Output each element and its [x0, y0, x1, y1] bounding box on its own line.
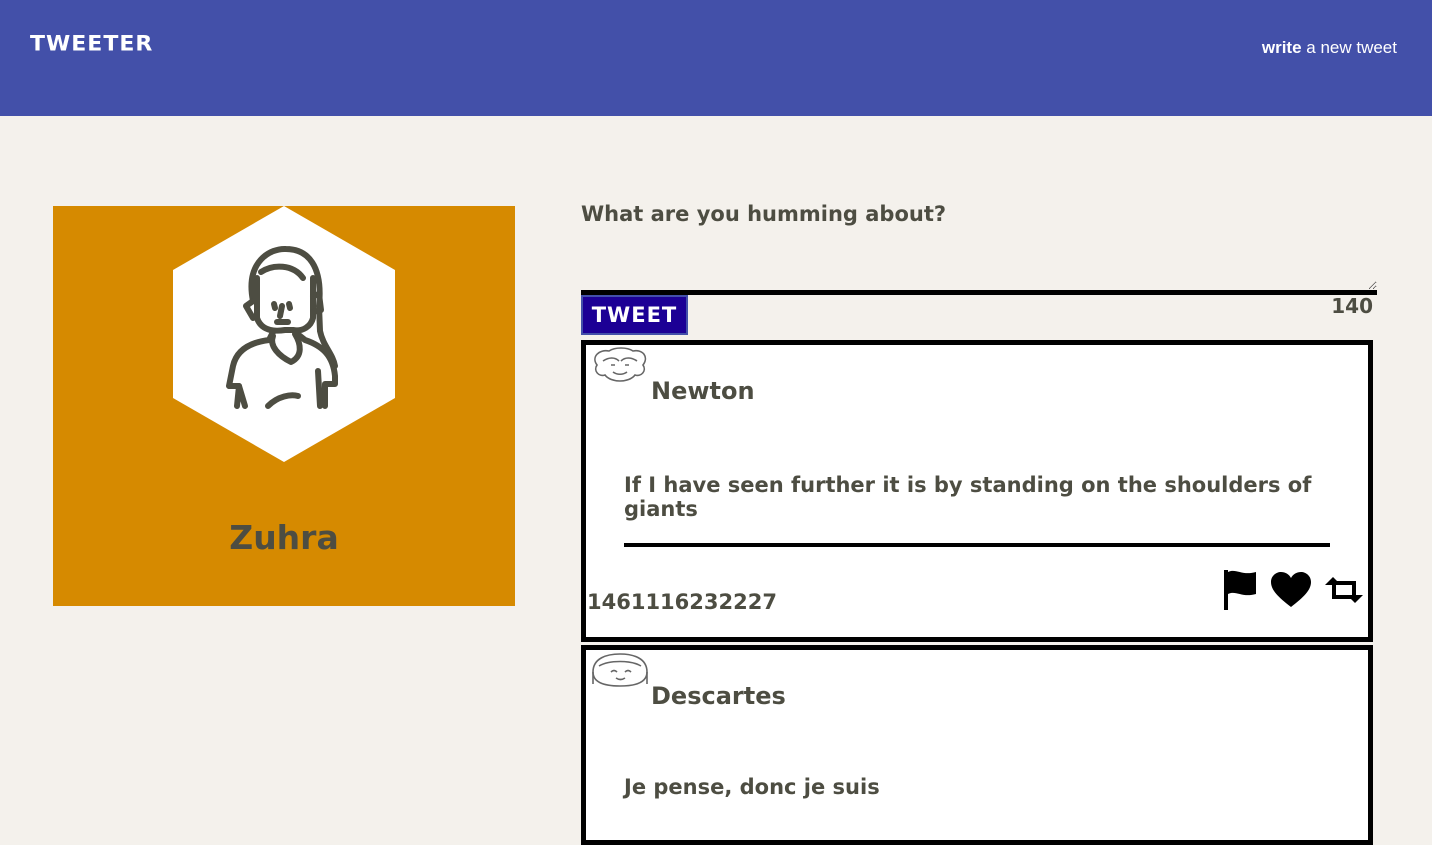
tweet-actions [1222, 568, 1364, 617]
tweet-timestamp: 1461116232227 [587, 590, 777, 614]
retweet-icon[interactable] [1324, 575, 1364, 610]
brand-logo[interactable]: TWEETER [30, 33, 153, 57]
composer-prompt: What are you humming about? [581, 202, 947, 226]
tweet-content: If I have seen further it is by standing… [624, 473, 1330, 547]
top-nav: TWEETER write a new tweet [0, 0, 1432, 116]
author-avatar-icon [589, 347, 651, 388]
character-counter: 140 [1331, 294, 1373, 318]
heart-icon[interactable] [1270, 571, 1312, 614]
user-profile-card: Zuhra [53, 206, 515, 606]
tweet-author: Newton [651, 377, 755, 405]
write-new-tweet-link[interactable]: write a new tweet [1262, 38, 1397, 58]
compose-link-bold: write [1261, 38, 1302, 57]
compose-link-text: a new tweet [1301, 38, 1397, 57]
flag-icon[interactable] [1222, 568, 1258, 617]
profile-username: Zuhra [229, 518, 339, 557]
tweet-content: Je pense, donc je suis [624, 775, 880, 799]
tweet-card: Newton If I have seen further it is by s… [581, 340, 1373, 642]
author-avatar-icon [589, 652, 651, 693]
tweet-input[interactable] [581, 240, 1377, 295]
tweet-author: Descartes [651, 682, 786, 710]
tweet-button[interactable]: TWEET [581, 295, 688, 335]
tweet-card: Descartes Je pense, donc je suis [581, 645, 1373, 845]
user-avatar [173, 206, 395, 467]
